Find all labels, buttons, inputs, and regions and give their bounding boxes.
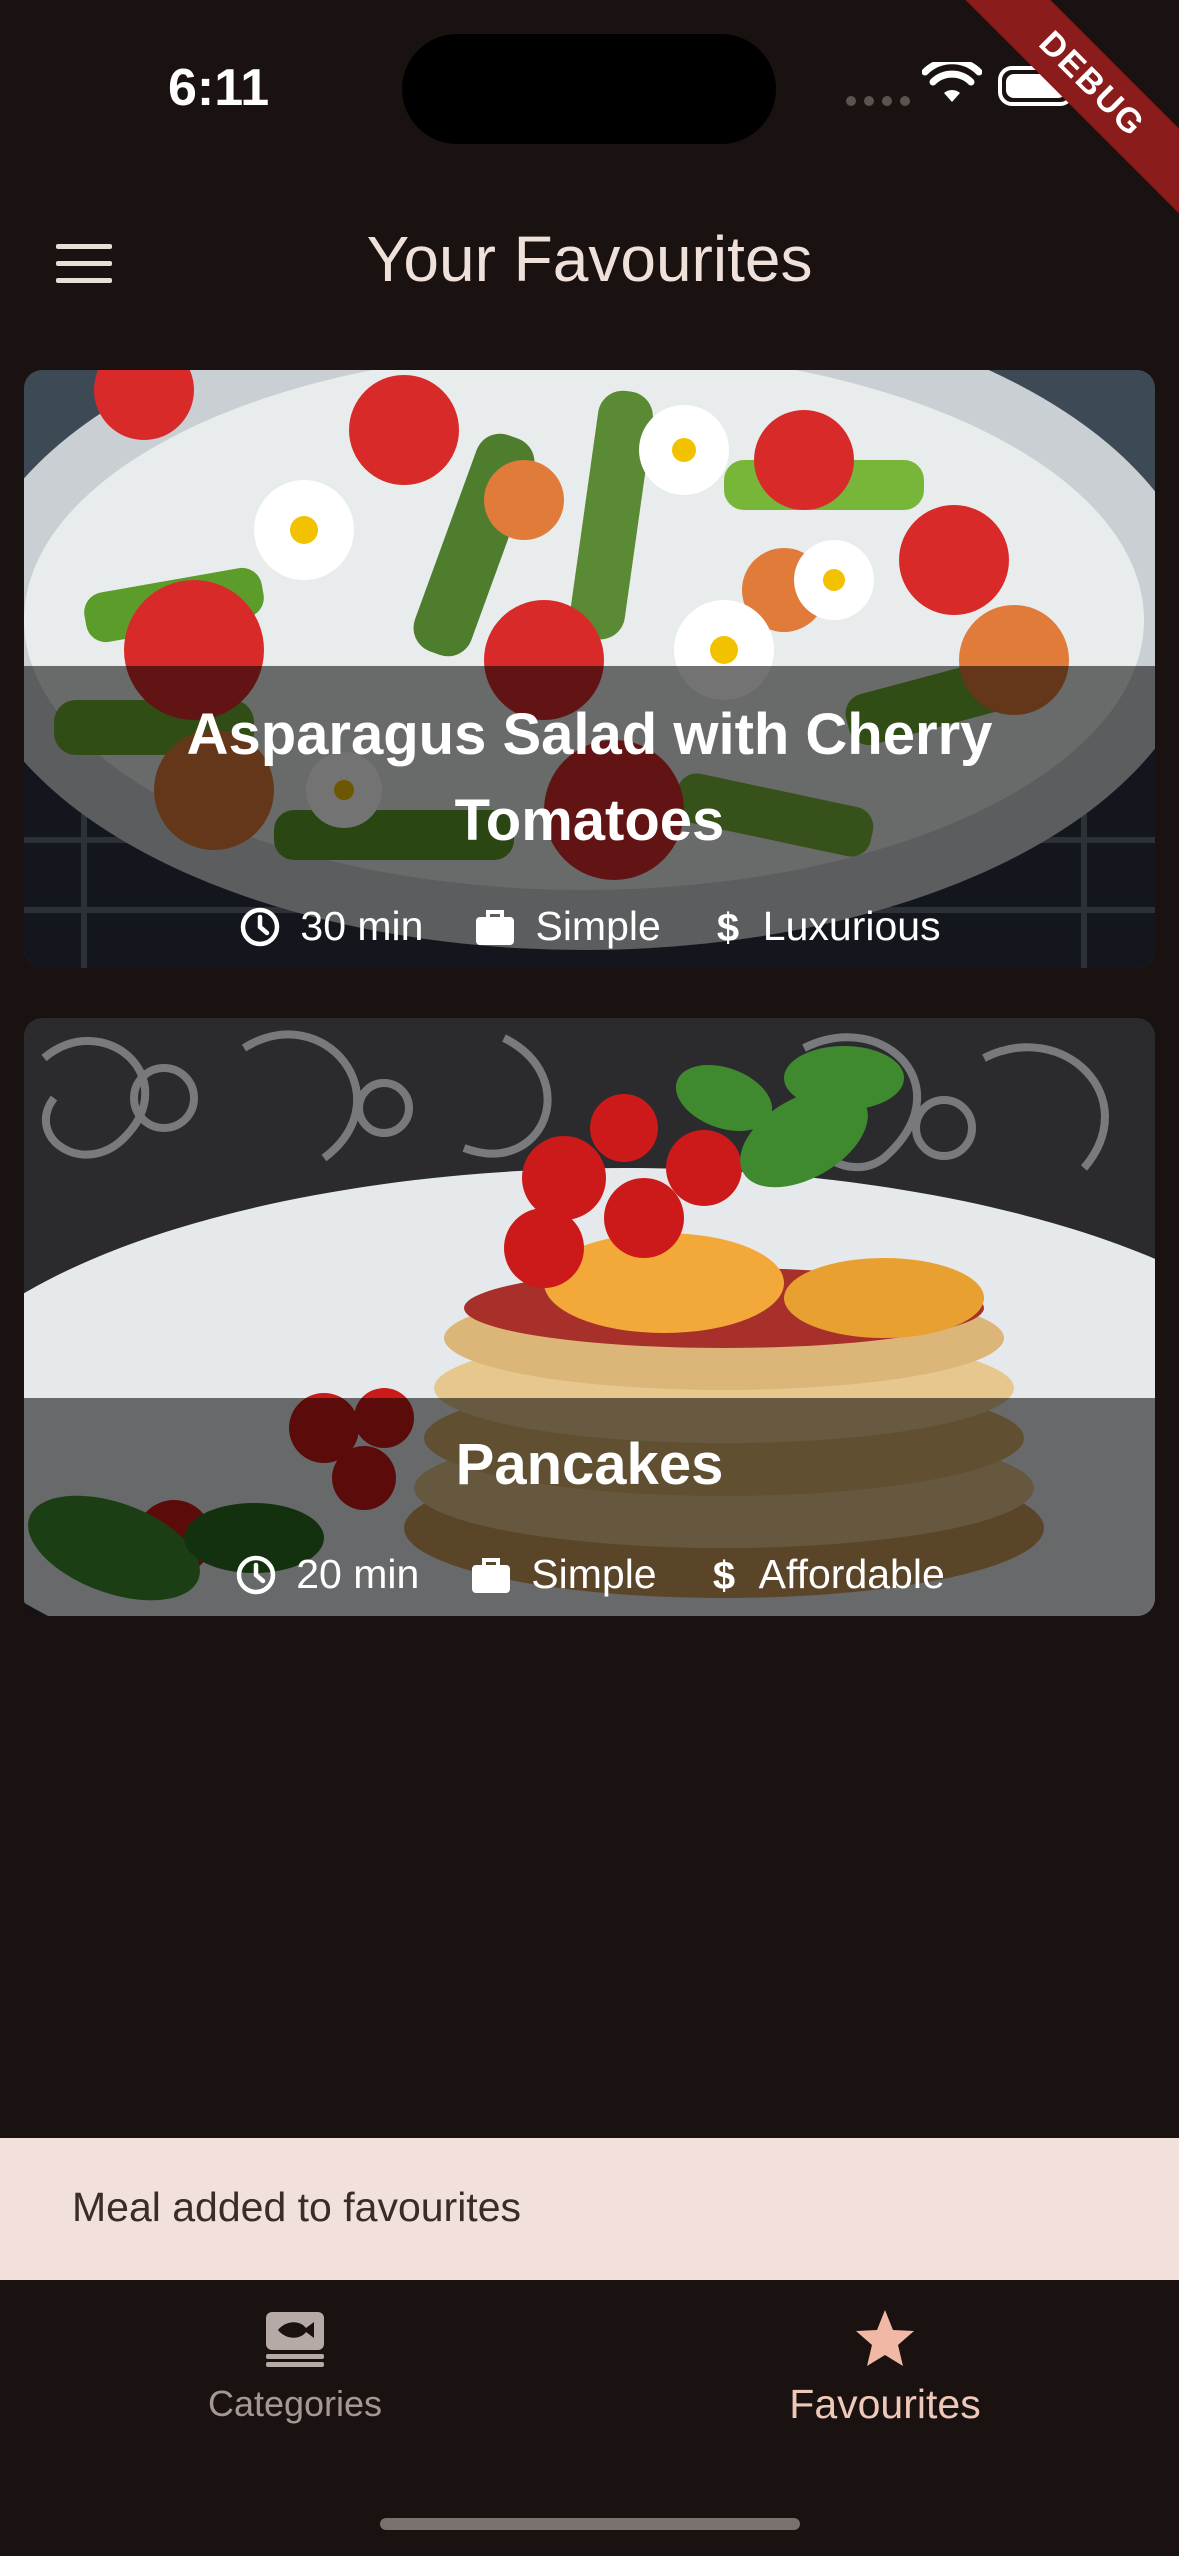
- affordability-info: $ Affordable: [707, 1551, 945, 1598]
- meal-title: Asparagus Salad with Cherry Tomatoes: [186, 702, 993, 853]
- meal-card[interactable]: Asparagus Salad with Cherry Tomatoes 30 …: [24, 370, 1155, 968]
- duration-info: 20 min: [234, 1551, 419, 1598]
- card-info-overlay: Asparagus Salad with Cherry Tomatoes 30 …: [24, 666, 1155, 968]
- affordability-info: $ Luxurious: [711, 903, 941, 950]
- complexity-label: Simple: [535, 903, 661, 949]
- tab-favourites-label: Favourites: [789, 2381, 981, 2427]
- svg-text:$: $: [712, 1554, 734, 1597]
- briefcase-icon: [472, 1557, 511, 1593]
- star-icon: [856, 2310, 914, 2366]
- clock-icon: [236, 1555, 276, 1594]
- dynamic-island: [402, 34, 776, 144]
- home-indicator[interactable]: [380, 2518, 800, 2530]
- debug-banner: DEBUG: [954, 0, 1179, 222]
- duration-label: 20 min: [296, 1551, 420, 1597]
- status-time: 6:11: [168, 59, 270, 117]
- tab-categories[interactable]: Categories: [150, 2310, 440, 2425]
- snackbar: Meal added to favourites: [0, 2138, 1179, 2280]
- complexity-label: Simple: [531, 1551, 657, 1597]
- meal-meta: 30 min Simple $ Luxurious: [24, 903, 1155, 950]
- categories-icon: [266, 2312, 324, 2367]
- affordability-label: Luxurious: [762, 903, 941, 949]
- clock-icon: [241, 907, 280, 946]
- cellular-signal-icon: [846, 96, 910, 106]
- affordability-label: Affordable: [758, 1551, 945, 1597]
- duration-label: 30 min: [300, 903, 424, 949]
- card-info-overlay: Pancakes 20 min Simple $ Affordable: [24, 1398, 1155, 1616]
- briefcase-icon: [476, 909, 515, 945]
- svg-text:$: $: [717, 906, 739, 949]
- dollar-icon: $: [717, 906, 739, 949]
- duration-info: 30 min: [238, 903, 423, 950]
- page-title: Your Favourites: [366, 223, 813, 295]
- complexity-info: Simple: [473, 903, 661, 950]
- bottom-navigation: Categories Favourites: [0, 2280, 1179, 2556]
- snackbar-message: Meal added to favourites: [72, 2184, 521, 2230]
- tab-categories-label: Categories: [207, 2383, 383, 2424]
- complexity-info: Simple: [469, 1551, 657, 1598]
- meal-title: Pancakes: [455, 1432, 724, 1497]
- wifi-icon: [922, 62, 982, 102]
- meal-meta: 20 min Simple $ Affordable: [24, 1551, 1155, 1598]
- tab-favourites[interactable]: Favourites: [740, 2308, 1030, 2428]
- dollar-icon: $: [712, 1554, 734, 1597]
- meal-card[interactable]: Pancakes 20 min Simple $ Affordable: [24, 1018, 1155, 1616]
